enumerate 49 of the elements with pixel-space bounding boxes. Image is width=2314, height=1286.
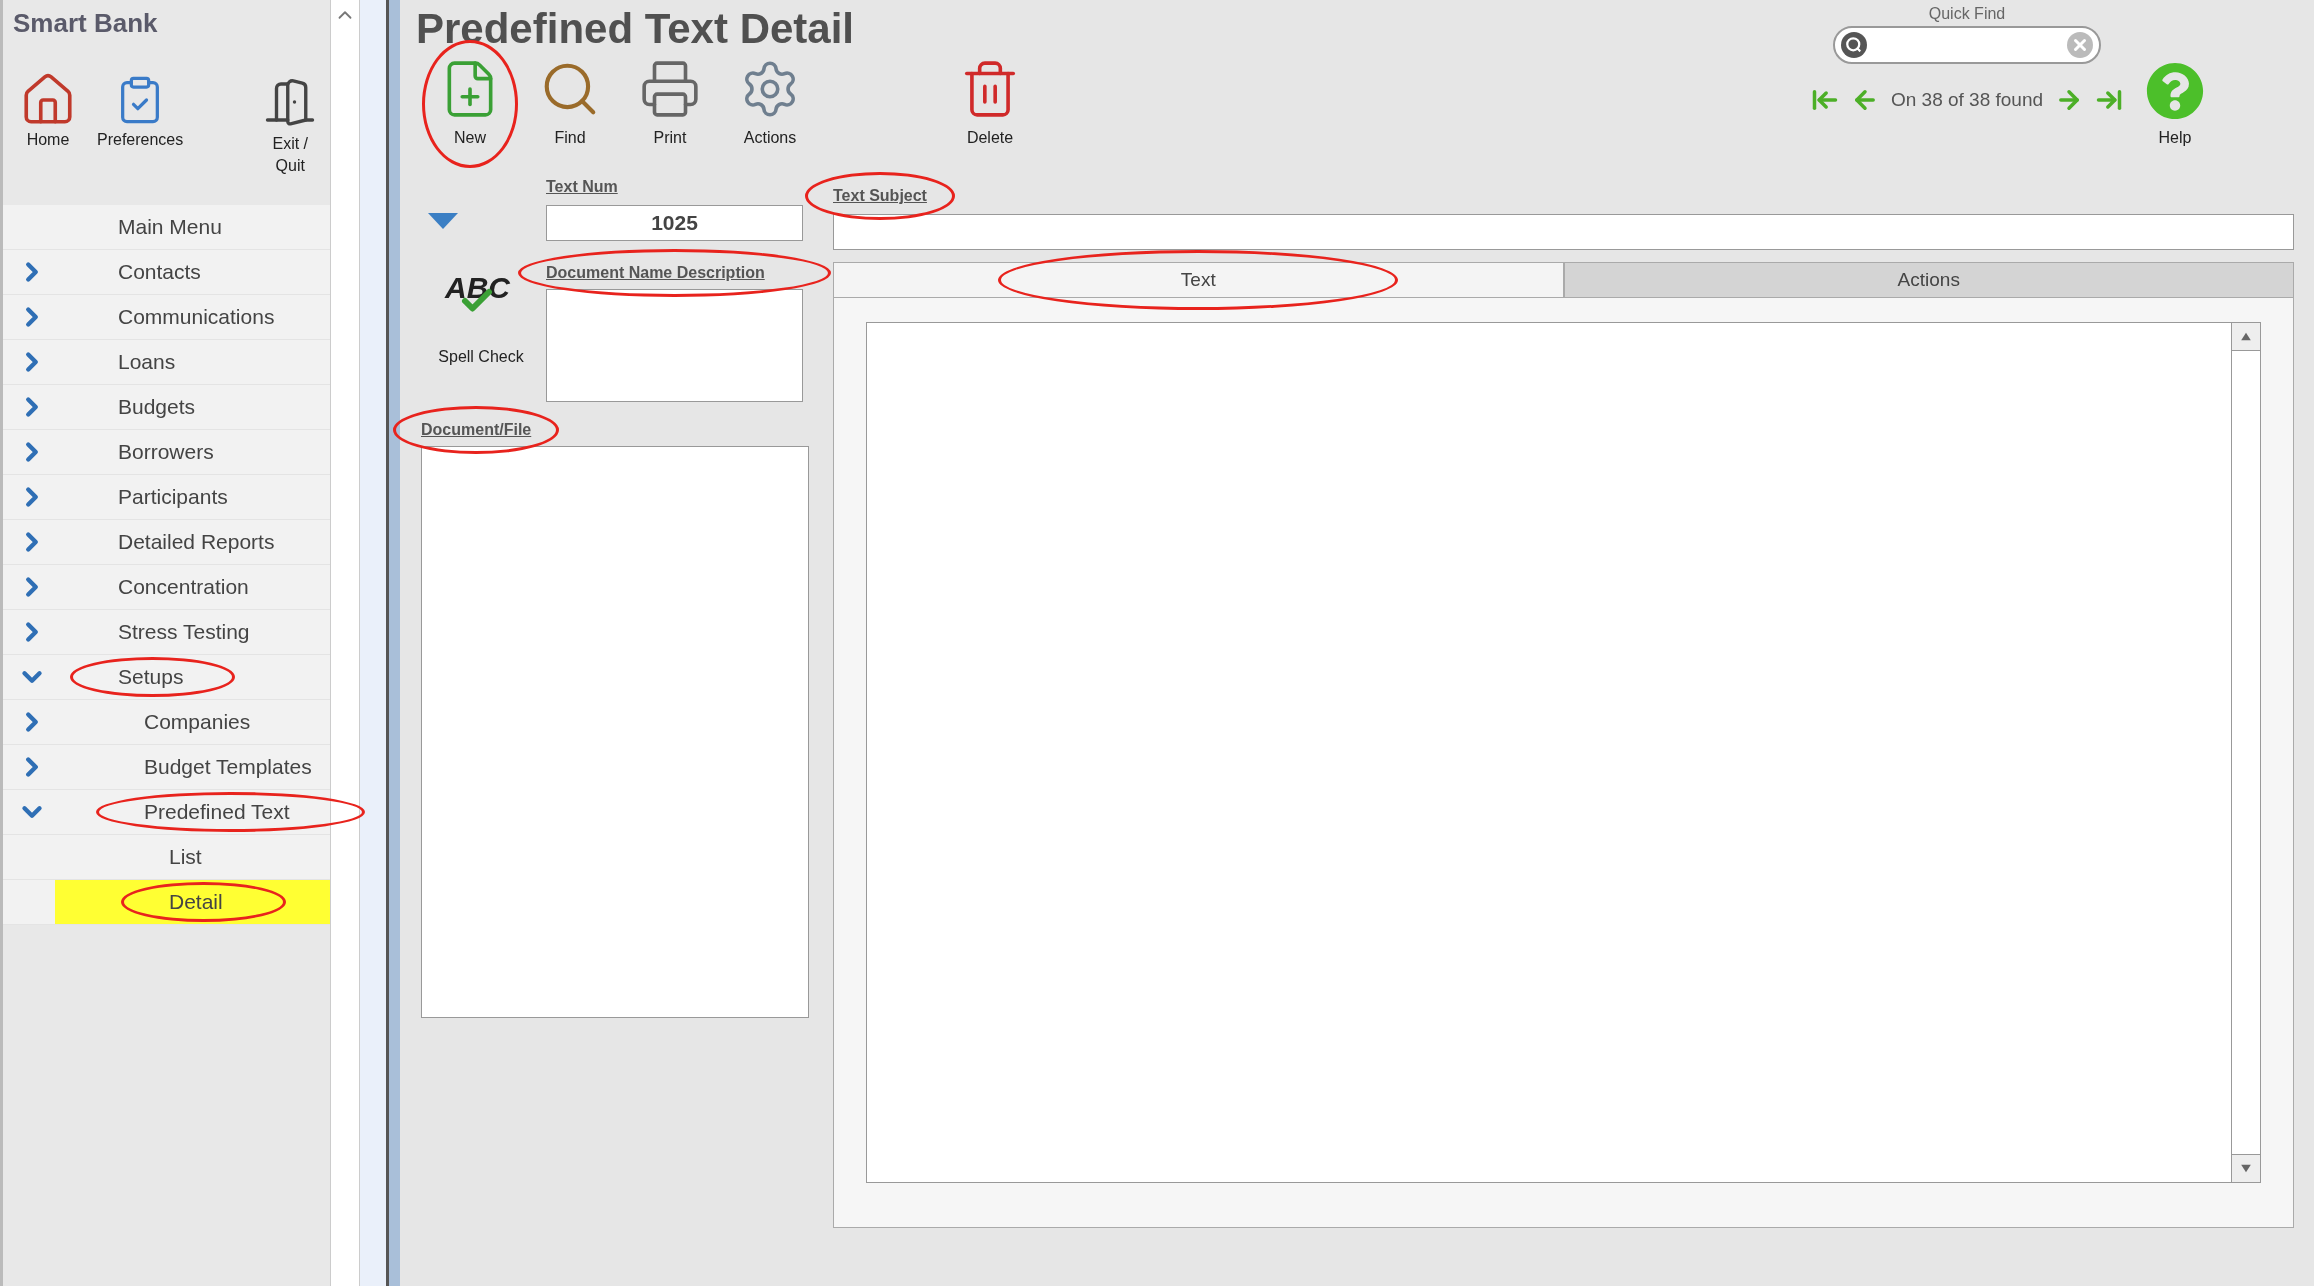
toolbar-button[interactable]: Find: [534, 58, 606, 150]
sidebar-tool-button[interactable]: Exit / Quit: [263, 71, 318, 177]
sidebar-tool-button[interactable]: Preferences: [97, 71, 184, 151]
text-num-field[interactable]: 1025: [546, 205, 803, 241]
help-button[interactable]: Help: [2146, 62, 2204, 150]
toolbar-button[interactable]: New: [434, 58, 506, 150]
document-file-field[interactable]: [421, 446, 809, 1018]
sidebar-item[interactable]: List: [3, 835, 330, 879]
spell-check-label: Spell Check: [438, 347, 524, 367]
sidebar-scrollbar[interactable]: [330, 0, 360, 1286]
dropdown-triangle-icon[interactable]: [428, 213, 458, 229]
sidebar-item[interactable]: Budget Templates: [3, 745, 330, 789]
sidebar-item[interactable]: Contacts: [3, 250, 330, 294]
text-subject-field[interactable]: [833, 214, 2294, 250]
toolbar-button[interactable]: Actions: [734, 58, 806, 150]
field-label: Text Subject: [833, 187, 927, 204]
help-icon: [2146, 62, 2204, 120]
sidebar-item[interactable]: Loans: [3, 340, 330, 384]
toolbar-button[interactable]: Print: [634, 58, 706, 150]
sidebar-tool-button[interactable]: Home: [19, 71, 77, 151]
app-title: Smart Bank: [12, 7, 159, 40]
scroll-up-icon[interactable]: [2232, 323, 2260, 351]
scroll-down-icon[interactable]: [2232, 1154, 2260, 1182]
document-name-description-field[interactable]: [546, 289, 803, 402]
sidebar-item[interactable]: Borrowers: [3, 430, 330, 474]
splitter[interactable]: [360, 0, 400, 1286]
printer-icon: [639, 58, 701, 120]
text-area-scrollbar[interactable]: [2231, 323, 2260, 1182]
record-status: On 38 of 38 found: [1890, 88, 2044, 112]
field-label: Text Num: [546, 178, 618, 195]
page-title: Predefined Text Detail: [416, 4, 855, 50]
sidebar-item[interactable]: Budgets: [3, 385, 330, 429]
field-label: Document Name Description: [546, 264, 765, 281]
tab[interactable]: Text: [833, 262, 1564, 298]
sidebar-item[interactable]: Detail: [55, 880, 330, 924]
sidebar-item[interactable]: Companies: [3, 700, 330, 744]
sidebar-item[interactable]: Concentration: [3, 565, 330, 609]
sidebar-item[interactable]: Participants: [3, 475, 330, 519]
toolbar-button[interactable]: Delete: [954, 58, 1026, 150]
sidebar-item[interactable]: Communications: [3, 295, 330, 339]
sidebar-item[interactable]: Stress Testing: [3, 610, 330, 654]
quick-find-field[interactable]: [1833, 26, 2101, 64]
sidebar-item[interactable]: Predefined Text: [3, 790, 330, 834]
search-icon: [1841, 32, 1867, 58]
tab[interactable]: Actions: [1563, 262, 2294, 298]
quick-find-label: Quick Find: [1928, 4, 2006, 24]
sidebar-item[interactable]: Setups: [3, 655, 330, 699]
field-label: Document/File: [421, 421, 532, 438]
sidebar-item[interactable]: Detailed Reports: [3, 520, 330, 564]
